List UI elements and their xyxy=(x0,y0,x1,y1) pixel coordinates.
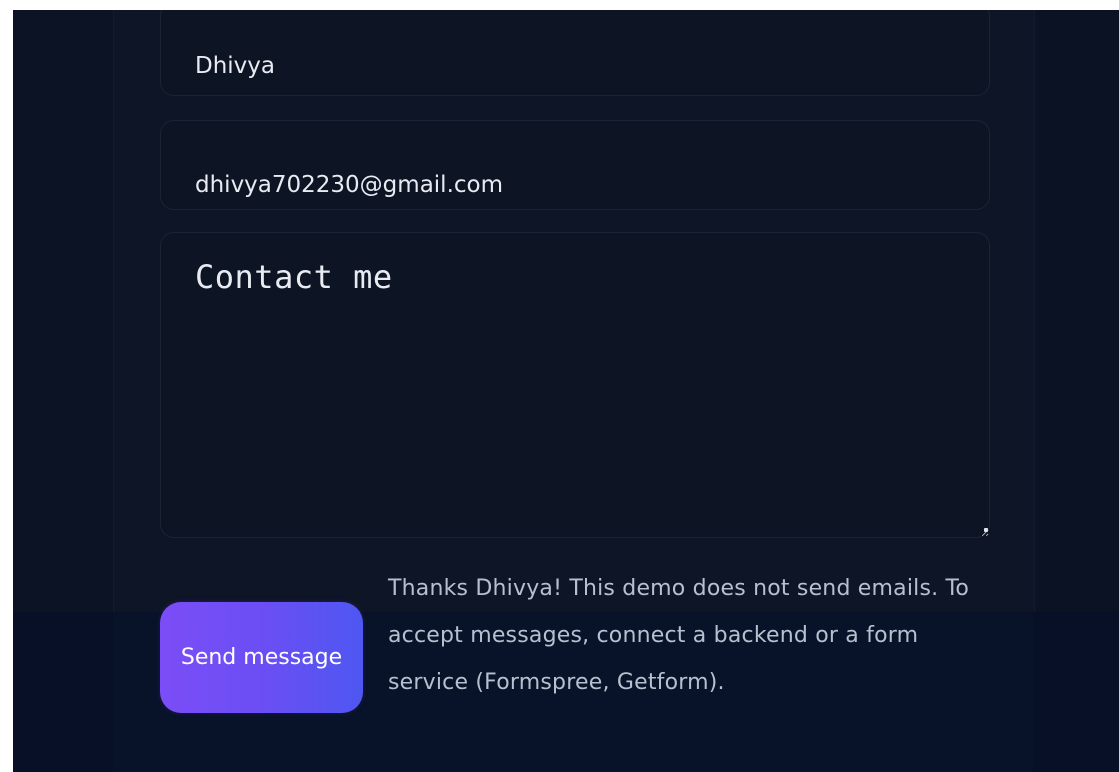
message-textarea[interactable]: Contact me xyxy=(160,232,990,538)
form-status-message: Thanks Dhivya! This demo does not send e… xyxy=(388,576,970,695)
textarea-resize-handle[interactable] xyxy=(984,528,988,532)
email-field[interactable] xyxy=(160,120,990,210)
name-field[interactable] xyxy=(160,10,990,96)
send-message-button[interactable]: Send message xyxy=(160,602,363,713)
contact-form-screen: Contact me Send message Thanks Dhivya! T… xyxy=(13,10,1119,772)
